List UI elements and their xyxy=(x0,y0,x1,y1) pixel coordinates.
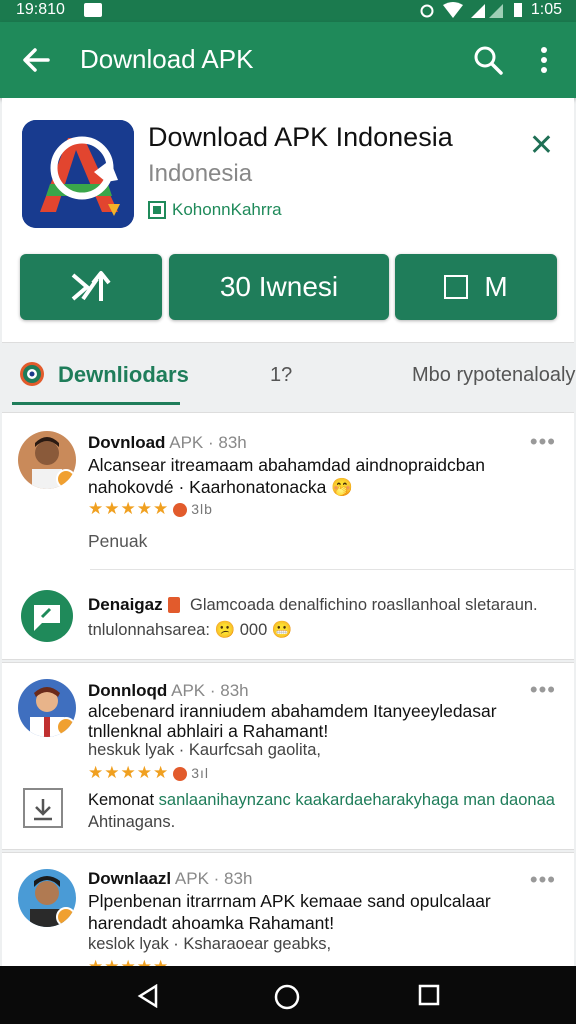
status-time: 19:810 xyxy=(16,1,65,18)
review-card: Dovnload APK · 83h ••• Alcansear itreama… xyxy=(2,412,574,660)
tab-bar: Dewnliodars 1? Mbo rypotenaloaly xyxy=(0,344,576,406)
back-arrow-icon[interactable] xyxy=(18,42,54,78)
nav-recents-icon[interactable] xyxy=(418,984,440,1006)
more-button[interactable]: M xyxy=(395,254,557,320)
reply-text-line: tnlulonnahsarea: 😕 000 😬 xyxy=(88,621,293,639)
review-extra: Penuak xyxy=(88,531,148,551)
verified-badge-icon xyxy=(56,907,76,927)
tab-downloads[interactable]: Dewnliodars xyxy=(58,362,189,388)
download-box-icon xyxy=(23,788,63,828)
developer-name: KohonnKahrra xyxy=(172,200,282,219)
install-button-label: 30 Iwnesi xyxy=(219,271,339,302)
alarm-icon xyxy=(420,4,434,18)
review-card: Donnloqd APK · 83h ••• alcebenard iranni… xyxy=(2,662,574,850)
status-time-right: 1:05 xyxy=(530,1,562,18)
review-text-line: keslok lyak · Ksharaoear geabks, xyxy=(88,935,332,953)
reply-author: Kemonat sanlaanihaynzanc kaakardaeharaky… xyxy=(88,791,555,809)
review-card: Downlaazl APK · 83h ••• Plpenbenan itrar… xyxy=(2,852,574,976)
review-text-line: harendadt ahoamka Rahamant! xyxy=(88,913,335,933)
more-button-label: M xyxy=(484,271,508,302)
tab-right[interactable]: Mbo rypotenaloaly xyxy=(412,364,575,387)
review-text-line: Plpenbenan itrarrnam APK kemaae sand opu… xyxy=(88,891,491,911)
close-icon[interactable]: ✕ xyxy=(529,128,554,163)
review-text-line: heskuk lyak · Kaurfcsah gaolita, xyxy=(88,741,321,759)
developer-link[interactable]: KohonnKahrra xyxy=(148,200,282,220)
review-menu-icon[interactable]: ••• xyxy=(530,429,556,455)
reply-text-line: Glamcoada denalfichino roasllanhoal slet… xyxy=(190,596,538,614)
install-button[interactable]: 30 Iwnesi xyxy=(169,254,389,320)
review-author: Downlaazl APK · 83h xyxy=(88,869,253,888)
reply-text-line: Ahtinagans. xyxy=(88,813,176,831)
review-author: Donnloqd APK · 83h xyxy=(88,681,249,700)
tag-icon xyxy=(168,597,180,613)
review-text-line: alcebenard iranniudem abahamdem Itanyeey… xyxy=(88,701,497,721)
avatar[interactable] xyxy=(18,679,76,737)
share-button[interactable] xyxy=(20,254,162,320)
tab-middle[interactable]: 1? xyxy=(270,364,292,387)
search-icon[interactable] xyxy=(470,42,506,78)
open-square-icon xyxy=(444,275,469,299)
star-rating: ★★★★★ 3lb xyxy=(88,499,213,518)
app-bar: Download APK xyxy=(0,22,576,98)
review-menu-icon[interactable]: ••• xyxy=(530,677,556,703)
share-arrows-icon xyxy=(71,271,111,301)
more-options-icon[interactable] xyxy=(532,42,556,78)
review-text-line: Alcansear itreamaam abahamdad aindnoprai… xyxy=(88,455,485,475)
appbar-title: Download APK xyxy=(80,44,254,74)
app-name: Download APK Indonesia xyxy=(148,122,453,152)
app-subtitle: Indonesia xyxy=(148,160,253,187)
downloads-tab-icon xyxy=(20,362,44,386)
app-header-card: Download APK Indonesia Indonesia KohonnK… xyxy=(2,98,574,343)
review-author: Dovnload APK · 83h xyxy=(88,433,247,452)
chat-bubble-icon xyxy=(21,590,73,642)
review-text-line: tnllenknal abhlairi a Rahamant! xyxy=(88,721,329,741)
developer-badge-icon xyxy=(148,201,166,219)
verified-badge-icon xyxy=(56,469,76,489)
notification-icon xyxy=(84,3,102,17)
verified-badge-icon xyxy=(56,717,76,737)
status-icons: 1:05 xyxy=(419,1,562,19)
battery-icon xyxy=(513,3,522,17)
system-nav-bar xyxy=(0,966,576,1024)
signal-icon xyxy=(470,4,503,18)
star-rating: ★★★★★ 3ıl xyxy=(88,763,209,782)
location-icon xyxy=(173,766,188,781)
review-menu-icon[interactable]: ••• xyxy=(530,867,556,893)
avatar[interactable] xyxy=(18,869,76,927)
location-icon xyxy=(173,502,188,517)
app-logo xyxy=(22,120,134,228)
tab-active-indicator xyxy=(12,402,180,405)
nav-home-icon[interactable] xyxy=(274,984,300,1010)
review-text-line: nahokovdé · Kaarhonatonacka 🤭 xyxy=(88,477,354,497)
nav-back-icon[interactable] xyxy=(136,984,160,1008)
divider xyxy=(90,569,574,570)
reply-author: Denaigaz xyxy=(88,595,163,614)
status-bar: 19:810 1:05 xyxy=(0,0,576,22)
avatar[interactable] xyxy=(18,431,76,489)
wifi-icon xyxy=(442,2,463,18)
